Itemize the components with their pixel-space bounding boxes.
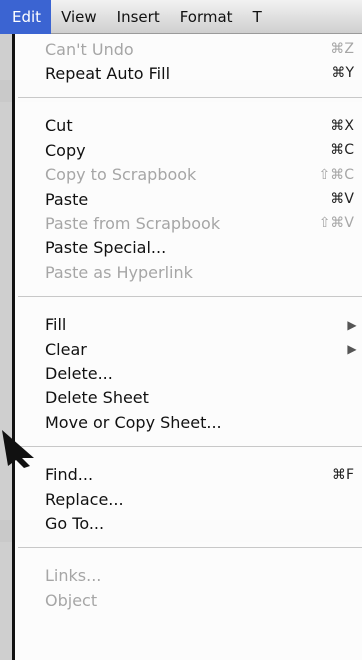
menu-item-label: Go To... xyxy=(45,513,105,533)
menu-item-delete[interactable]: Delete... xyxy=(45,361,362,385)
menu-item-label: Delete Sheet xyxy=(45,388,149,408)
menu-separator xyxy=(18,295,362,297)
menu-item-clear[interactable]: Clear ▶ xyxy=(45,337,362,361)
menu-item-shortcut: ⌘Z xyxy=(330,41,354,57)
menu-item-label: Object xyxy=(45,590,98,610)
menubar-item-format[interactable]: Format xyxy=(170,0,243,34)
menu-item-shortcut: ⌘C xyxy=(330,142,354,159)
menu-item-label: Repeat Auto Fill xyxy=(45,63,171,83)
menu-item-label: Can't Undo xyxy=(45,39,134,59)
menu-item-label: Clear xyxy=(45,339,87,359)
menu-item-cut[interactable]: Cut ⌘X xyxy=(45,114,362,138)
pointer-arrow-icon xyxy=(2,430,34,468)
submenu-arrow-icon: ▶ xyxy=(347,317,357,332)
menubar-item-tools[interactable]: T xyxy=(243,0,272,34)
menu-separator xyxy=(18,445,362,447)
menu-item-find[interactable]: Find... ⌘F xyxy=(45,463,362,487)
menu-item-label: Copy xyxy=(45,140,86,160)
menu-item-links: Links... xyxy=(45,564,362,588)
menu-item-replace[interactable]: Replace... xyxy=(45,487,362,511)
menu-item-copy[interactable]: Copy ⌘C xyxy=(45,138,362,162)
menu-item-label: Find... xyxy=(45,465,94,485)
menu-item-label: Links... xyxy=(45,566,102,586)
menu-item-shortcut: ⌘Y xyxy=(331,65,354,82)
menu-item-shortcut: ⇧⌘C xyxy=(318,166,354,183)
menu-item-fill[interactable]: Fill ▶ xyxy=(45,313,362,337)
menubar-item-insert[interactable]: Insert xyxy=(107,0,170,34)
menu-item-label: Paste from Scrapbook xyxy=(45,213,221,233)
menu-item-label: Fill xyxy=(45,315,67,335)
menu-item-delete-sheet[interactable]: Delete Sheet xyxy=(45,386,362,410)
menu-item-shortcut: ⌘V xyxy=(330,191,354,207)
menu-separator xyxy=(18,96,362,98)
menu-item-label: Paste Special... xyxy=(45,238,167,258)
menu-item-paste-as-hyperlink: Paste as Hyperlink xyxy=(45,260,362,284)
menu-item-label: Move or Copy Sheet... xyxy=(45,412,222,432)
menu-item-label: Delete... xyxy=(45,363,113,383)
menu-bar: Edit View Insert Format T xyxy=(0,0,362,34)
submenu-arrow-icon: ▶ xyxy=(347,342,357,356)
menu-item-paste-special[interactable]: Paste Special... xyxy=(45,236,362,260)
menu-item-object: Object xyxy=(45,588,362,612)
menu-item-shortcut: ⇧⌘V xyxy=(318,215,354,232)
menu-item-paste-from-scrapbook: Paste from Scrapbook ⇧⌘V xyxy=(45,211,362,235)
menu-item-repeat-auto-fill[interactable]: Repeat Auto Fill ⌘Y xyxy=(45,61,362,85)
edit-menu-dropdown: Can't Undo ⌘Z Repeat Auto Fill ⌘Y Cut ⌘X Copy ⌘… xyxy=(12,34,362,660)
menu-item-shortcut: ⌘X xyxy=(330,117,354,134)
menu-item-label: Paste as Hyperlink xyxy=(45,262,193,282)
menu-item-move-or-copy-sheet[interactable]: Move or Copy Sheet... xyxy=(45,410,362,434)
menu-item-paste[interactable]: Paste ⌘V xyxy=(45,187,362,211)
menubar-item-edit[interactable]: Edit xyxy=(0,0,52,34)
menubar-item-view[interactable]: View xyxy=(51,0,107,34)
menu-item-label: Copy to Scrapbook xyxy=(45,165,197,185)
menu-separator xyxy=(18,546,362,548)
menu-item-label: Replace... xyxy=(45,489,124,509)
menu-item-shortcut: ⌘F xyxy=(331,466,354,483)
menu-item-can-t-undo: Can't Undo ⌘Z xyxy=(45,37,362,61)
menu-item-go-to[interactable]: Go To... xyxy=(45,511,362,535)
menu-item-copy-to-scrapbook: Copy to Scrapbook ⇧⌘C xyxy=(45,163,362,187)
menu-item-label: Cut xyxy=(45,116,73,136)
menu-item-label: Paste xyxy=(45,189,89,209)
